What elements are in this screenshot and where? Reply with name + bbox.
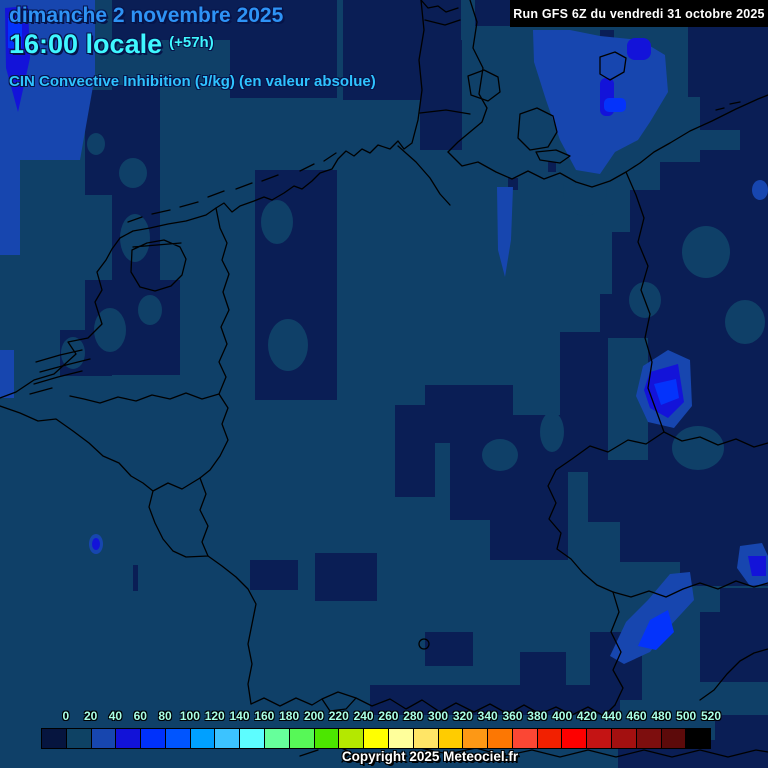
scale-label: 460 (626, 709, 647, 723)
color-scale-swatches (41, 728, 711, 749)
scale-cell (289, 729, 315, 748)
weather-map-screen: dimanche 2 novembre 2025 16:00 locale (+5… (0, 0, 768, 768)
scale-cell (537, 729, 563, 748)
scale-cell (190, 729, 216, 748)
scale-label: 440 (601, 709, 622, 723)
scale-label: 400 (552, 709, 573, 723)
model-run-text: Run GFS 6Z du vendredi 31 octobre 2025 (513, 6, 765, 21)
scale-label: 80 (158, 709, 172, 723)
scale-cell (215, 729, 241, 748)
scale-cell (488, 729, 513, 748)
scale-label: 120 (204, 709, 225, 723)
scale-cell (42, 729, 67, 748)
forecast-local-time: 16:00 locale (9, 29, 163, 59)
scale-cell (388, 729, 414, 748)
forecast-hour-offset: (+57h) (169, 34, 214, 51)
scale-cell (364, 729, 389, 748)
scale-label: 40 (108, 709, 123, 723)
scale-label: 100 (179, 709, 200, 723)
scale-label: 380 (527, 709, 548, 723)
scale-cell (562, 729, 588, 748)
scale-cell (686, 729, 711, 748)
color-scale-labels: 0 20 40 60 80 100 120 140 160 180 200 220 240 260 280 3… (41, 709, 721, 725)
scale-label: 340 (477, 709, 498, 723)
scale-label: 480 (651, 709, 672, 723)
model-run-bar: Run GFS 6Z du vendredi 31 octobre 2025 (510, 0, 768, 27)
scale-cell (339, 729, 365, 748)
scale-cell (240, 729, 266, 748)
scale-label: 200 (303, 709, 324, 723)
scale-label: 160 (254, 709, 275, 723)
scale-cell (512, 729, 538, 748)
scale-label: 320 (452, 709, 473, 723)
scale-label: 300 (428, 709, 449, 723)
scale-label: 260 (378, 709, 399, 723)
scale-cell (165, 729, 191, 748)
scale-label: 500 (676, 709, 697, 723)
scale-cell (265, 729, 290, 748)
scale-label: 420 (576, 709, 597, 723)
scale-cell (66, 729, 92, 748)
scale-label: 280 (403, 709, 424, 723)
scale-cell (587, 729, 612, 748)
scale-cell (463, 729, 489, 748)
scale-label: 220 (328, 709, 349, 723)
scale-cell (636, 729, 662, 748)
scale-cell (413, 729, 439, 748)
scale-label: 20 (83, 709, 98, 723)
scale-label: 140 (229, 709, 250, 723)
scale-label: 180 (279, 709, 300, 723)
scale-cell (661, 729, 687, 748)
scale-cell (141, 729, 166, 748)
scale-label: 0 (62, 709, 70, 723)
forecast-date: dimanche 2 novembre 2025 (9, 4, 284, 27)
scale-cell (438, 729, 464, 748)
scale-label: 360 (502, 709, 523, 723)
scale-cell (116, 729, 142, 748)
copyright-notice: Copyright 2025 Meteociel.fr (341, 749, 519, 764)
scale-cell (91, 729, 117, 748)
scale-label: 520 (700, 709, 722, 723)
forecast-time-line: 16:00 locale (+57h) (9, 29, 376, 60)
scale-label: 60 (133, 709, 147, 723)
parameter-title: CIN Convective Inhibition (J/kg) (en val… (9, 73, 376, 90)
forecast-map (0, 0, 768, 768)
scale-cell (314, 729, 340, 748)
scale-cell (611, 729, 637, 748)
scale-label: 240 (353, 709, 374, 723)
map-header: dimanche 2 novembre 2025 16:00 locale (+5… (9, 4, 376, 90)
